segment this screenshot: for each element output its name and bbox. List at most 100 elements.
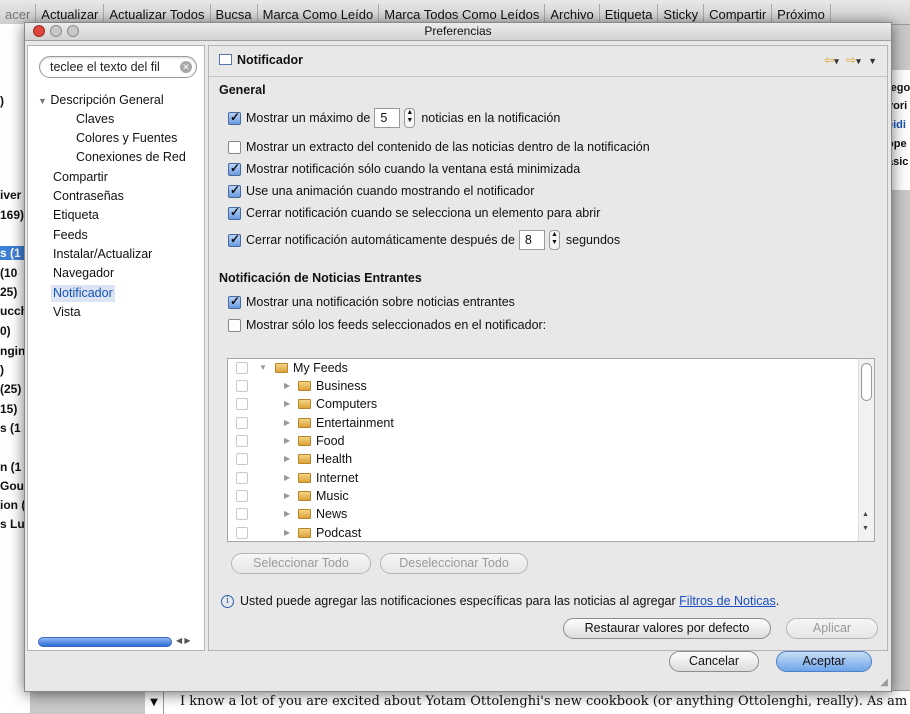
feed-checkbox[interactable] bbox=[236, 435, 248, 447]
expand-triangle-icon[interactable]: ▼ bbox=[259, 359, 267, 377]
feed-row[interactable]: ▶ Computers bbox=[228, 395, 848, 413]
tree-item-etiqueta[interactable]: Etiqueta bbox=[53, 207, 99, 224]
folder-icon bbox=[298, 491, 311, 501]
feed-label: Podcast bbox=[316, 526, 362, 540]
autoclose-checkbox[interactable] bbox=[228, 232, 241, 247]
close-on-open-checkbox[interactable] bbox=[228, 205, 241, 220]
collapsed-triangle-icon[interactable]: ▶ bbox=[284, 432, 290, 450]
scroll-down-arrow-icon[interactable]: ▼ bbox=[862, 525, 869, 532]
excerpt-checkbox[interactable] bbox=[228, 140, 241, 154]
tree-item-compartir[interactable]: Compartir bbox=[53, 169, 108, 186]
folder-icon bbox=[298, 418, 311, 428]
collapsed-triangle-icon[interactable]: ▶ bbox=[284, 450, 290, 468]
feed-label: News bbox=[316, 507, 348, 521]
selected-feeds-checkbox[interactable] bbox=[228, 318, 241, 332]
tree-item-notificador[interactable]: Notificador bbox=[51, 285, 115, 302]
tree-horizontal-scrollbar[interactable]: ◀ ▶ bbox=[36, 636, 202, 648]
feed-row[interactable]: ▶ News bbox=[228, 505, 848, 523]
max-notifications-stepper[interactable]: ▲ ▼ bbox=[404, 108, 416, 128]
clear-filter-icon[interactable]: ✕ bbox=[180, 61, 192, 73]
tree-item-descripcion-general[interactable]: ▼ Descripción General bbox=[38, 92, 164, 110]
select-all-button[interactable]: Seleccionar Todo bbox=[231, 553, 371, 574]
news-filters-link[interactable]: Filtros de Noticas bbox=[679, 594, 776, 608]
feed-fragment: ion ( bbox=[0, 498, 26, 512]
collapsed-triangle-icon[interactable]: ▶ bbox=[284, 524, 290, 541]
feed-checkbox[interactable] bbox=[236, 527, 248, 539]
max-notifications-label-post: noticias en la notificación bbox=[421, 111, 561, 125]
filter-input[interactable]: teclee el texto del fil ✕ bbox=[39, 56, 197, 78]
feed-row[interactable]: ▶ Podcast bbox=[228, 524, 848, 541]
tree-item-conexiones[interactable]: Conexiones de Red bbox=[76, 149, 186, 166]
info-icon: i bbox=[221, 594, 234, 608]
minimize-window-icon[interactable] bbox=[50, 25, 62, 37]
dropdown-arrow-icon[interactable]: ▼ bbox=[145, 692, 164, 714]
deselect-all-button[interactable]: Deseleccionar Todo bbox=[380, 553, 528, 574]
restore-defaults-button[interactable]: Restaurar valores por defecto bbox=[563, 618, 771, 639]
collapsed-triangle-icon[interactable]: ▶ bbox=[284, 469, 290, 487]
feed-checkbox[interactable] bbox=[236, 453, 248, 465]
view-menu-icon[interactable]: ▼ bbox=[868, 56, 877, 66]
cancel-button[interactable]: Cancelar bbox=[669, 651, 759, 672]
feed-fragment: ngin bbox=[0, 344, 26, 358]
scrollbar-thumb[interactable] bbox=[38, 637, 172, 647]
collapsed-triangle-icon[interactable]: ▶ bbox=[284, 377, 290, 395]
max-notifications-field[interactable]: 5 bbox=[374, 108, 401, 128]
forward-arrow-icon[interactable]: ⇨▾ bbox=[846, 53, 861, 67]
feed-label: Food bbox=[316, 434, 345, 448]
autoclose-label-pre: Cerrar notificación automáticamente desp… bbox=[246, 233, 515, 247]
collapsed-triangle-icon[interactable]: ▶ bbox=[284, 505, 290, 523]
tree-item-vista[interactable]: Vista bbox=[53, 304, 81, 321]
autoclose-seconds-field[interactable]: 8 bbox=[518, 230, 545, 250]
animation-checkbox[interactable] bbox=[228, 183, 241, 198]
tree-item-instalar[interactable]: Instalar/Actualizar bbox=[53, 246, 152, 263]
collapsed-triangle-icon[interactable]: ▶ bbox=[284, 414, 290, 432]
feed-row[interactable]: ▶ Entertainment bbox=[228, 414, 848, 432]
resize-grip-icon[interactable]: ◢ bbox=[880, 677, 888, 688]
accept-button[interactable]: Aceptar bbox=[776, 651, 872, 672]
minimized-checkbox[interactable] bbox=[228, 161, 241, 176]
apply-button[interactable]: Aplicar bbox=[786, 618, 878, 639]
collapsed-triangle-icon[interactable]: ▶ bbox=[284, 487, 290, 505]
feed-row[interactable]: ▶ Food bbox=[228, 432, 848, 450]
feed-row[interactable]: ▶ Health bbox=[228, 450, 848, 468]
feed-checkbox[interactable] bbox=[236, 398, 248, 410]
article-text: I know a lot of you are excited about Yo… bbox=[180, 694, 910, 709]
feed-checkbox[interactable] bbox=[236, 362, 248, 374]
max-notifications-checkbox[interactable] bbox=[228, 110, 241, 125]
page-header: Notificador ⇦▾ ⇨▾ ▼ bbox=[209, 46, 887, 77]
scroll-arrows-icon[interactable]: ◀ ▶ bbox=[176, 636, 191, 645]
feed-row[interactable]: ▶ Business bbox=[228, 377, 848, 395]
close-window-icon[interactable] bbox=[33, 25, 45, 37]
feed-label: Internet bbox=[316, 471, 359, 485]
excerpt-label: Mostrar un extracto del contenido de las… bbox=[246, 140, 650, 154]
selected-feeds-row: Mostrar sólo los feeds seleccionados en … bbox=[228, 318, 546, 332]
back-arrow-icon[interactable]: ⇦▾ bbox=[824, 53, 839, 67]
tree-item-feeds[interactable]: Feeds bbox=[53, 227, 88, 244]
feed-row-root[interactable]: ▼ My Feeds bbox=[228, 359, 848, 377]
tree-item-navegador[interactable]: Navegador bbox=[53, 265, 114, 282]
feed-checkbox[interactable] bbox=[236, 417, 248, 429]
tree-item-colores[interactable]: Colores y Fuentes bbox=[76, 130, 177, 147]
zoom-window-icon[interactable] bbox=[67, 25, 79, 37]
incoming-checkbox[interactable] bbox=[228, 294, 241, 309]
animation-row: Use una animación cuando mostrando el no… bbox=[228, 183, 535, 198]
scrollbar-thumb[interactable] bbox=[861, 363, 872, 401]
scroll-up-arrow-icon[interactable]: ▲ bbox=[862, 511, 869, 518]
feeds-vertical-scrollbar[interactable]: ▲ ▼ bbox=[858, 359, 874, 541]
expand-triangle-icon[interactable]: ▼ bbox=[38, 96, 47, 106]
feed-checkbox[interactable] bbox=[236, 380, 248, 392]
feed-checkbox[interactable] bbox=[236, 472, 248, 484]
tree-item-claves[interactable]: Claves bbox=[76, 111, 114, 128]
autoclose-seconds-stepper[interactable]: ▲ ▼ bbox=[548, 230, 560, 250]
dialog-titlebar[interactable]: Preferencias bbox=[25, 23, 891, 41]
autoclose-row: Cerrar notificación automáticamente desp… bbox=[228, 230, 620, 250]
animation-label: Use una animación cuando mostrando el no… bbox=[246, 184, 535, 198]
feed-row[interactable]: ▶ Internet bbox=[228, 469, 848, 487]
feed-fragment: s Lu bbox=[0, 517, 25, 531]
collapsed-triangle-icon[interactable]: ▶ bbox=[284, 395, 290, 413]
folder-icon bbox=[275, 363, 288, 373]
feed-checkbox[interactable] bbox=[236, 508, 248, 520]
tree-item-contrasenas[interactable]: Contraseñas bbox=[53, 188, 124, 205]
feed-row[interactable]: ▶ Music bbox=[228, 487, 848, 505]
feed-checkbox[interactable] bbox=[236, 490, 248, 502]
